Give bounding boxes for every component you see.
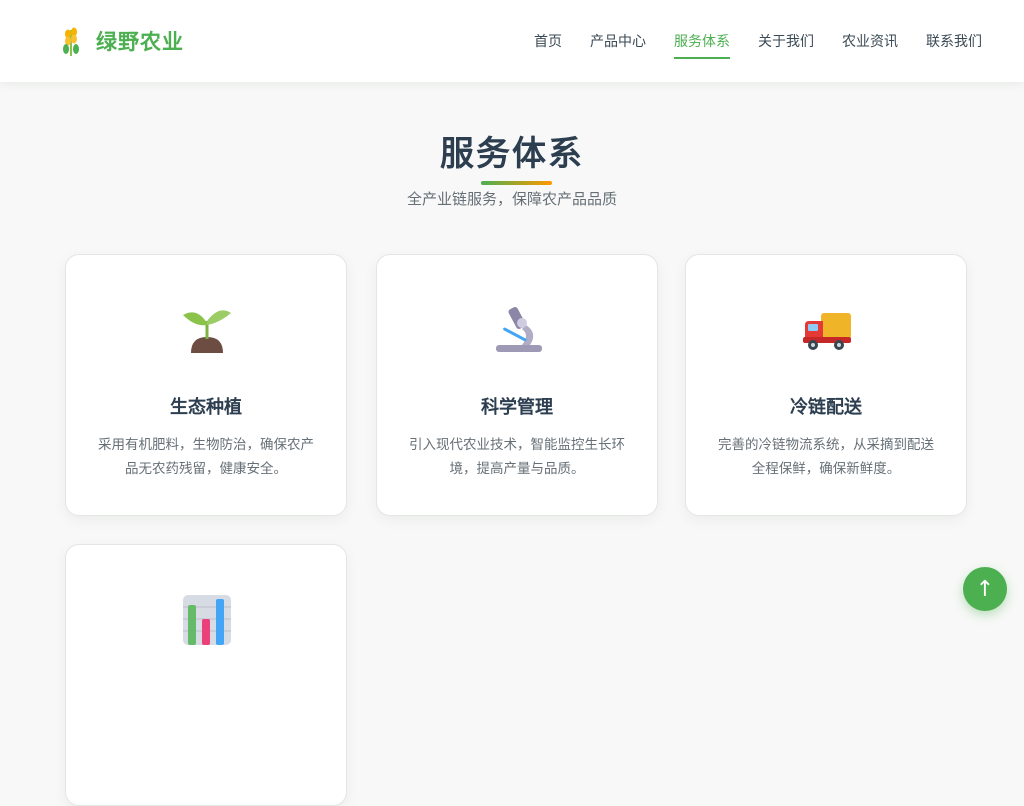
card-title: 冷链配送	[790, 397, 862, 418]
truck-icon	[803, 313, 851, 350]
nav-item-services[interactable]: 服务体系	[674, 25, 730, 59]
card-title: 科学管理	[481, 397, 553, 418]
section-title: 服务体系	[440, 134, 584, 174]
nav-item-news[interactable]: 农业资讯	[842, 25, 898, 57]
title-underline	[481, 181, 552, 185]
back-to-top-button[interactable]: ↑	[963, 567, 1007, 611]
bar-chart-icon	[183, 595, 231, 645]
microscope-icon	[496, 306, 542, 352]
arrow-up-icon: ↑	[975, 576, 995, 602]
brand-logo[interactable]: 绿野农业	[60, 26, 184, 56]
card-title: 生态种植	[170, 397, 242, 418]
section-subtitle: 全产业链服务，保障农产品品质	[406, 190, 617, 208]
seedling-icon	[183, 310, 231, 353]
brand-name: 绿野农业	[96, 29, 184, 54]
nav-item-about[interactable]: 关于我们	[758, 25, 814, 57]
services-section: 服务体系 全产业链服务，保障农产品品质 生态种植 采用有机肥料，生物防治，确保农…	[0, 82, 1024, 806]
card-description: 引入现代农业技术，智能监控生长环境，提高产量与品质。	[409, 437, 625, 477]
wheat-icon	[63, 27, 79, 56]
card-description: 采用有机肥料，生物防治，确保农产品无农药残留，健康安全。	[98, 437, 314, 477]
service-card-ecological[interactable]: 生态种植 采用有机肥料，生物防治，确保农产品无农药残留，健康安全。	[65, 254, 347, 516]
card-description: 完善的冷链物流系统，从采摘到配送全程保鲜，确保新鲜度。	[718, 437, 934, 477]
nav-item-home[interactable]: 首页	[534, 25, 562, 57]
nav-item-contact[interactable]: 联系我们	[926, 25, 982, 57]
site-header: 绿野农业 首页 产品中心 服务体系 关于我们 农业资讯 联系我们	[0, 0, 1024, 82]
service-card-delivery[interactable]: 冷链配送 完善的冷链物流系统，从采摘到配送全程保鲜，确保新鲜度。	[685, 254, 967, 516]
main-nav: 首页 产品中心 服务体系 关于我们 农业资讯 联系我们	[506, 25, 982, 59]
nav-item-products[interactable]: 产品中心	[590, 25, 646, 57]
service-card-management[interactable]: 科学管理 引入现代农业技术，智能监控生长环境，提高产量与品质。	[376, 254, 658, 516]
service-card-analytics[interactable]	[65, 544, 347, 806]
